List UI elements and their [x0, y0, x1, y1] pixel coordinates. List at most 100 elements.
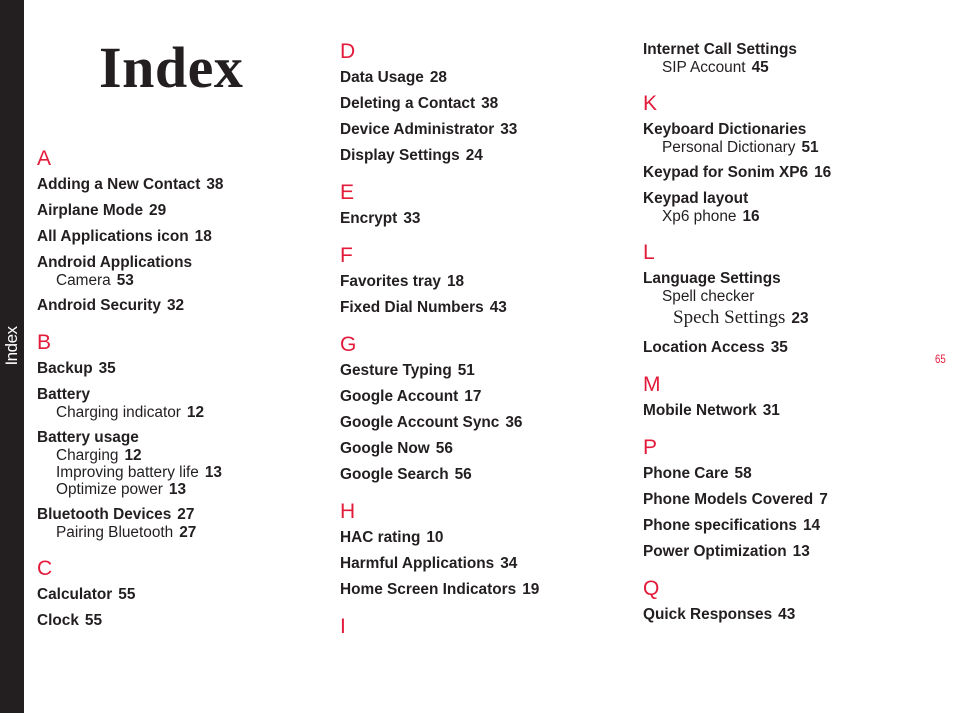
entry-term[interactable]: Keypad layout — [643, 190, 831, 208]
entry-term[interactable]: Keyboard Dictionaries — [643, 121, 831, 139]
index-entry: Gesture Typing 51 — [340, 362, 539, 380]
entry-term[interactable]: Location Access 35 — [643, 339, 831, 357]
index-entry: Keypad for Sonim XP6 16 — [643, 164, 831, 182]
entry-term[interactable]: Android Applications — [37, 254, 223, 272]
section-letter: A — [37, 147, 52, 170]
entry-term-text: Harmful Applications — [340, 555, 495, 572]
index-section: I — [340, 616, 539, 638]
entry-term[interactable]: Encrypt 33 — [340, 210, 539, 228]
entry-term[interactable]: Phone Models Covered 7 — [643, 491, 831, 509]
entry-page: 17 — [464, 388, 482, 405]
entry-term[interactable]: Google Search 56 — [340, 466, 539, 484]
index-section: L Language Settings Spell checker Spech Set… — [643, 242, 831, 357]
entry-term[interactable]: Android Security 32 — [37, 297, 223, 315]
entry-term[interactable]: Harmful Applications 34 — [340, 555, 539, 573]
entry-term[interactable]: Battery usage — [37, 429, 223, 447]
entry-term-text: Google Now — [340, 440, 430, 457]
index-entry: Mobile Network 31 — [643, 402, 831, 420]
entry-term[interactable]: Backup 35 — [37, 360, 223, 378]
index-entry: Backup 35 — [37, 360, 223, 378]
entry-term[interactable]: Gesture Typing 51 — [340, 362, 539, 380]
index-entry: Language Settings Spell checker Spech Sett… — [643, 270, 831, 331]
entry-term[interactable]: Deleting a Contact 38 — [340, 95, 539, 113]
sub-entry[interactable]: SIP Account 45 — [643, 59, 831, 76]
entry-term[interactable]: Quick Responses 43 — [643, 606, 831, 624]
index-entry: Internet Call Settings SIP Account 45 — [643, 41, 831, 76]
entry-term[interactable]: Mobile Network 31 — [643, 402, 831, 420]
entry-term[interactable]: Battery — [37, 386, 223, 404]
entry-term[interactable]: Language Settings — [643, 270, 831, 288]
side-tab-label: Index — [2, 326, 21, 366]
page-title: Index — [99, 35, 244, 100]
index-entry: Harmful Applications 34 — [340, 555, 539, 573]
entry-term[interactable]: Calculator 55 — [37, 586, 223, 604]
sub-entry-term: Xp6 phone — [662, 208, 737, 225]
entry-term[interactable]: HAC rating 10 — [340, 529, 539, 547]
entry-term[interactable]: Device Administrator 33 — [340, 121, 539, 139]
index-entry: Phone specifications 14 — [643, 517, 831, 535]
entry-term[interactable]: Google Account 17 — [340, 388, 539, 406]
sub-entry[interactable]: Spech Settings 23 — [643, 306, 831, 331]
entry-term[interactable]: Home Screen Indicators 19 — [340, 581, 539, 599]
entry-page: 34 — [500, 555, 518, 572]
sub-entry-term: SIP Account — [662, 59, 746, 76]
index-section: E Encrypt 33 — [340, 182, 539, 228]
entry-term-text: Phone Care — [643, 465, 729, 482]
sub-entry-page: 23 — [791, 310, 809, 327]
entry-page: 7 — [819, 491, 828, 508]
index-section: C Calculator 55 Clock 55 — [37, 558, 223, 630]
entry-term[interactable]: Phone specifications 14 — [643, 517, 831, 535]
entry-term[interactable]: Bluetooth Devices 27 — [37, 506, 223, 524]
index-section: Q Quick Responses 43 — [643, 578, 831, 624]
entry-term[interactable]: Google Account Sync 36 — [340, 414, 539, 432]
sub-entry-term: Spell checker — [662, 288, 755, 305]
entry-page: 10 — [426, 529, 444, 546]
section-letter: F — [340, 244, 353, 267]
sub-entry[interactable]: Pairing Bluetooth 27 — [37, 524, 223, 541]
entry-term[interactable]: Keypad for Sonim XP6 16 — [643, 164, 831, 182]
entry-term[interactable]: Data Usage 28 — [340, 69, 539, 87]
sub-entry-term: Personal Dictionary — [662, 139, 796, 156]
sub-entry[interactable]: Personal Dictionary 51 — [643, 139, 831, 156]
section-letter: G — [340, 333, 357, 356]
entry-term-text: Encrypt — [340, 210, 398, 227]
sub-entry[interactable]: Camera 53 — [37, 272, 223, 289]
sub-entry[interactable]: Optimize power 13 — [37, 481, 223, 498]
entry-term[interactable]: Fixed Dial Numbers 43 — [340, 299, 539, 317]
entry-page: 13 — [792, 543, 810, 560]
sub-entry[interactable]: Xp6 phone 16 — [643, 208, 831, 225]
entry-term-text: Calculator — [37, 586, 113, 603]
entry-term[interactable]: Airplane Mode 29 — [37, 202, 223, 220]
entry-term[interactable]: Google Now 56 — [340, 440, 539, 458]
entry-term[interactable]: Favorites tray 18 — [340, 273, 539, 291]
entry-term-text: Quick Responses — [643, 606, 773, 623]
index-section: Internet Call Settings SIP Account 45 — [643, 41, 831, 76]
sub-entry[interactable]: Charging indicator 12 — [37, 404, 223, 421]
section-letter: B — [37, 331, 52, 354]
sub-entry[interactable]: Spell checker — [643, 288, 831, 305]
entry-term[interactable]: Power Optimization 13 — [643, 543, 831, 561]
page-number: 65 — [935, 352, 946, 366]
index-entry: Home Screen Indicators 19 — [340, 581, 539, 599]
entry-term[interactable]: Clock 55 — [37, 612, 223, 630]
sub-entry-term: Camera — [56, 272, 111, 289]
entry-term-text: Backup — [37, 360, 93, 377]
entry-term[interactable]: Display Settings 24 — [340, 147, 539, 165]
entry-term[interactable]: Phone Care 58 — [643, 465, 831, 483]
sub-entry-page: 13 — [168, 481, 187, 498]
section-letter: K — [643, 92, 658, 115]
entry-page: 16 — [814, 164, 832, 181]
entry-term[interactable]: Internet Call Settings — [643, 41, 831, 59]
sub-entry[interactable]: Improving battery life 13 — [37, 464, 223, 481]
entry-term-text: Google Search — [340, 466, 449, 483]
sub-entry-term: Spech Settings — [673, 307, 786, 328]
entry-term[interactable]: All Applications icon 18 — [37, 228, 223, 246]
entry-term-text: Google Account Sync — [340, 414, 500, 431]
index-section: K Keyboard Dictionaries Personal Dictionar… — [643, 92, 831, 226]
sub-entry[interactable]: Charging 12 — [37, 447, 223, 464]
entry-term-text: Fixed Dial Numbers — [340, 299, 484, 316]
entry-term[interactable]: Adding a New Contact 38 — [37, 176, 223, 194]
entry-page: 33 — [500, 121, 518, 138]
index-entry: Deleting a Contact 38 — [340, 95, 539, 113]
entry-page: 38 — [206, 176, 224, 193]
